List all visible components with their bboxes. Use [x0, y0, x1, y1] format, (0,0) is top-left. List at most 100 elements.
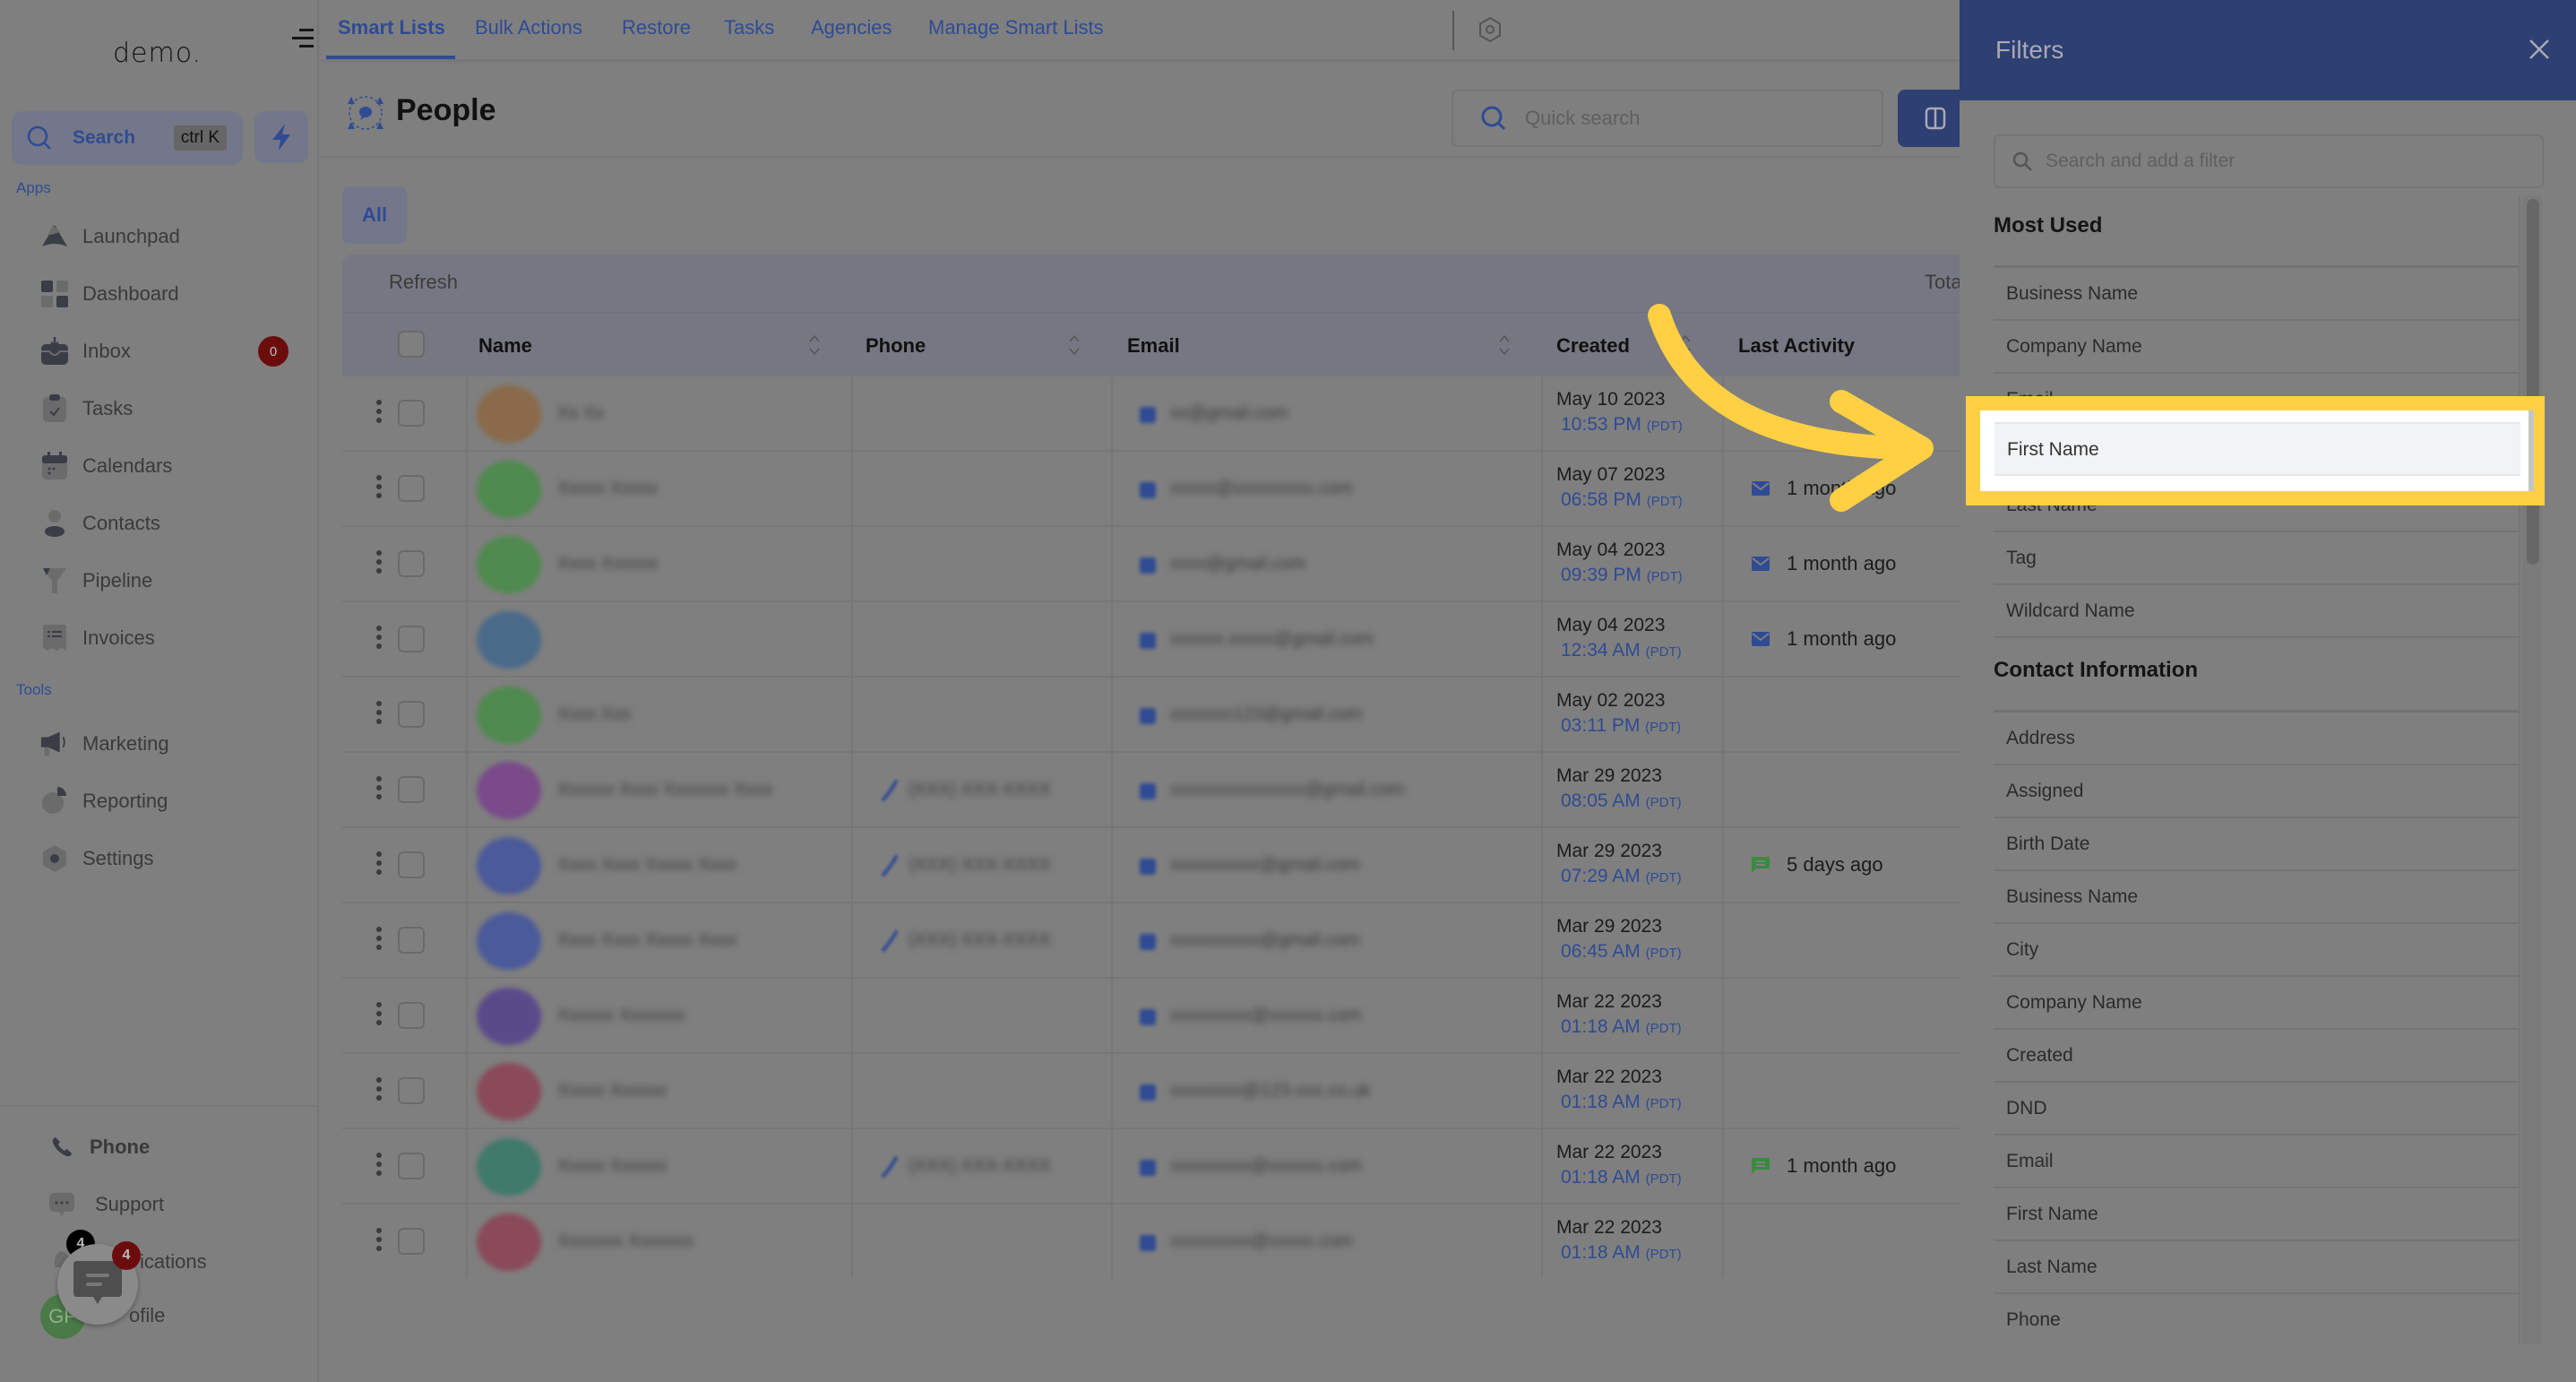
row-checkbox[interactable]: [398, 475, 425, 502]
sort-icon[interactable]: [1679, 333, 1692, 358]
tab-tasks[interactable]: Tasks: [724, 16, 774, 39]
contact-name[interactable]: Xxxx Xxxxxx: [557, 554, 658, 574]
sidebar-item-tasks[interactable]: Tasks: [39, 391, 299, 427]
contact-email[interactable]: xxxxx@xxxxxxxxx.com: [1170, 479, 1353, 499]
collapse-menu-icon[interactable]: [292, 29, 314, 50]
sidebar-item-support[interactable]: Support: [47, 1187, 306, 1222]
filter-item[interactable]: Email: [1994, 1136, 2519, 1188]
row-actions-icon[interactable]: [376, 776, 383, 803]
column-header-email[interactable]: Email: [1127, 334, 1180, 358]
row-checkbox[interactable]: [398, 550, 425, 577]
contact-name[interactable]: Xxxx Xxx: [557, 704, 631, 725]
row-checkbox[interactable]: [398, 626, 425, 652]
row-checkbox[interactable]: [398, 776, 425, 803]
table-row[interactable]: Xxxx Xxx xxxxxxx123@gmail.com May 02 2023 0…: [342, 678, 1960, 753]
tab-bulk-actions[interactable]: Bulk Actions: [475, 16, 582, 39]
contact-email[interactable]: xxxxxxxxx@xxxxxx.com: [1170, 1006, 1362, 1026]
contact-email[interactable]: xxxxxxxxx@xxxxx.com: [1170, 1231, 1353, 1252]
tab-manage-smart-lists[interactable]: Manage Smart Lists: [928, 16, 1104, 39]
filter-item[interactable]: Business Name: [1994, 268, 2519, 321]
row-checkbox[interactable]: [398, 851, 425, 878]
table-row[interactable]: Xxxxxx Xxxxxxx xxxxxxxxx@xxxxxx.com Mar 22…: [342, 979, 1960, 1054]
filter-item[interactable]: Address: [1994, 713, 2519, 765]
search-button[interactable]: Search ctrl K: [12, 111, 243, 165]
row-checkbox[interactable]: [398, 400, 425, 427]
contact-email[interactable]: xxxx@gmail.com: [1170, 554, 1305, 574]
table-row[interactable]: Xx Xx xx@gmail.com May 10 2023 10:53 PM (PD…: [342, 376, 1960, 452]
row-actions-icon[interactable]: [376, 400, 383, 427]
contact-name[interactable]: Xxxx Xxxx Xxxxx Xxxx: [557, 855, 737, 876]
sidebar-item-marketing[interactable]: Marketing: [39, 726, 299, 762]
smart-list-tab-all[interactable]: All: [342, 186, 407, 244]
tab-restore[interactable]: Restore: [622, 16, 691, 39]
close-icon[interactable]: [2526, 36, 2553, 63]
tab-agencies[interactable]: Agencies: [811, 16, 892, 39]
row-actions-icon[interactable]: [376, 475, 383, 502]
tab-smart-lists[interactable]: Smart Lists: [338, 16, 445, 39]
row-actions-icon[interactable]: [376, 927, 383, 954]
contact-email[interactable]: xxxxxxxxxxxxxxx@gmail.com: [1170, 780, 1404, 800]
filter-item[interactable]: Last Name: [1994, 1241, 2519, 1294]
row-actions-icon[interactable]: [376, 1077, 383, 1104]
contact-name[interactable]: Xxxxx Xxxxxx: [557, 1156, 667, 1177]
row-actions-icon[interactable]: [376, 1153, 383, 1179]
row-actions-icon[interactable]: [376, 1002, 383, 1029]
sort-icon[interactable]: [1498, 333, 1511, 358]
sidebar-item-reporting[interactable]: Reporting: [39, 783, 299, 819]
sidebar-item-inbox[interactable]: Inbox 0: [39, 333, 299, 369]
table-row[interactable]: Xxxxx Xxxxxx xxxxxxxx@123-xxx.co.uk Mar 22…: [342, 1054, 1960, 1129]
contact-email[interactable]: xxxxxx.xxxxx@gmail.com: [1170, 629, 1374, 650]
sidebar-item-phone[interactable]: Phone: [47, 1129, 306, 1165]
contact-name[interactable]: Xxxxxx Xxxx Xxxxxxx Xxxx: [557, 780, 772, 800]
sidebar-item-settings[interactable]: Settings: [39, 841, 299, 877]
filter-item[interactable]: City: [1994, 924, 2519, 977]
filter-item[interactable]: Phone: [1994, 1294, 2519, 1344]
contact-name[interactable]: Xxxx Xxxx Xxxxx Xxxx: [557, 930, 737, 951]
row-checkbox[interactable]: [398, 1077, 425, 1104]
settings-icon[interactable]: [1477, 16, 1503, 43]
filter-item[interactable]: DND: [1994, 1083, 2519, 1136]
sidebar-item-invoices[interactable]: Invoices: [39, 620, 299, 656]
filter-item[interactable]: Wildcard Name: [1994, 585, 2519, 638]
quick-search-input[interactable]: Quick search: [1452, 90, 1883, 147]
row-actions-icon[interactable]: [376, 1228, 383, 1255]
contact-name[interactable]: Xx Xx: [557, 403, 604, 424]
table-row[interactable]: Xxxxx Xxxxxx (XXX) XXX-XXXX xxxxxxxxx@xxxx…: [342, 1129, 1960, 1205]
contact-name[interactable]: Xxxxx Xxxxx: [557, 479, 658, 499]
contact-email[interactable]: xxxxxxxx@123-xxx.co.uk: [1170, 1081, 1371, 1101]
column-header-created[interactable]: Created: [1556, 334, 1630, 358]
row-actions-icon[interactable]: [376, 701, 383, 728]
sort-icon[interactable]: [1068, 333, 1081, 358]
highlighted-filter-item[interactable]: First Name: [1966, 396, 2545, 505]
filter-list-scroll-thumb[interactable]: [2527, 199, 2539, 565]
filter-item[interactable]: Assigned: [1994, 765, 2519, 818]
contact-email[interactable]: xxxxxxx123@gmail.com: [1170, 704, 1363, 725]
contact-phone[interactable]: (XXX) XXX-XXXX: [909, 780, 1051, 800]
row-actions-icon[interactable]: [376, 851, 383, 878]
row-checkbox[interactable]: [398, 1153, 425, 1179]
table-row[interactable]: Xxxxxx Xxxx Xxxxxxx Xxxx (XXX) XXX-XXXX xx…: [342, 753, 1960, 828]
contact-phone[interactable]: (XXX) XXX-XXXX: [909, 1156, 1051, 1177]
row-checkbox[interactable]: [398, 927, 425, 954]
filter-item[interactable]: Birth Date: [1994, 818, 2519, 871]
column-header-last-activity[interactable]: Last Activity: [1738, 334, 1855, 358]
contact-email[interactable]: xxxxxxxxx@xxxxxx.com: [1170, 1156, 1362, 1177]
column-header-phone[interactable]: Phone: [866, 334, 926, 358]
row-checkbox[interactable]: [398, 1228, 425, 1255]
sidebar-item-calendars[interactable]: Calendars: [39, 448, 299, 484]
sidebar-item-launchpad[interactable]: Launchpad: [39, 219, 299, 255]
row-actions-icon[interactable]: [376, 550, 383, 577]
contact-name[interactable]: Xxxxxx Xxxxxxx: [557, 1006, 685, 1026]
filter-item[interactable]: Created: [1994, 1030, 2519, 1083]
filter-item[interactable]: Company Name: [1994, 321, 2519, 374]
refresh-button[interactable]: Refresh: [389, 271, 458, 294]
sidebar-item-pipeline[interactable]: Pipeline: [39, 563, 299, 599]
filter-item[interactable]: Company Name: [1994, 977, 2519, 1030]
row-checkbox[interactable]: [398, 701, 425, 728]
contact-phone[interactable]: (XXX) XXX-XXXX: [909, 930, 1051, 951]
table-row[interactable]: Xxxxxxx Xxxxxxx xxxxxxxxx@xxxxx.com Mar 22…: [342, 1205, 1960, 1278]
table-row[interactable]: Xxxx Xxxx Xxxxx Xxxx (XXX) XXX-XXXX xxxxxx…: [342, 828, 1960, 903]
contact-email[interactable]: xxxxxxxxxx@gmail.com: [1170, 855, 1359, 876]
columns-button[interactable]: [1898, 90, 1969, 147]
table-row[interactable]: xxxxxx.xxxxx@gmail.com May 04 2023 12:34 A…: [342, 602, 1960, 678]
